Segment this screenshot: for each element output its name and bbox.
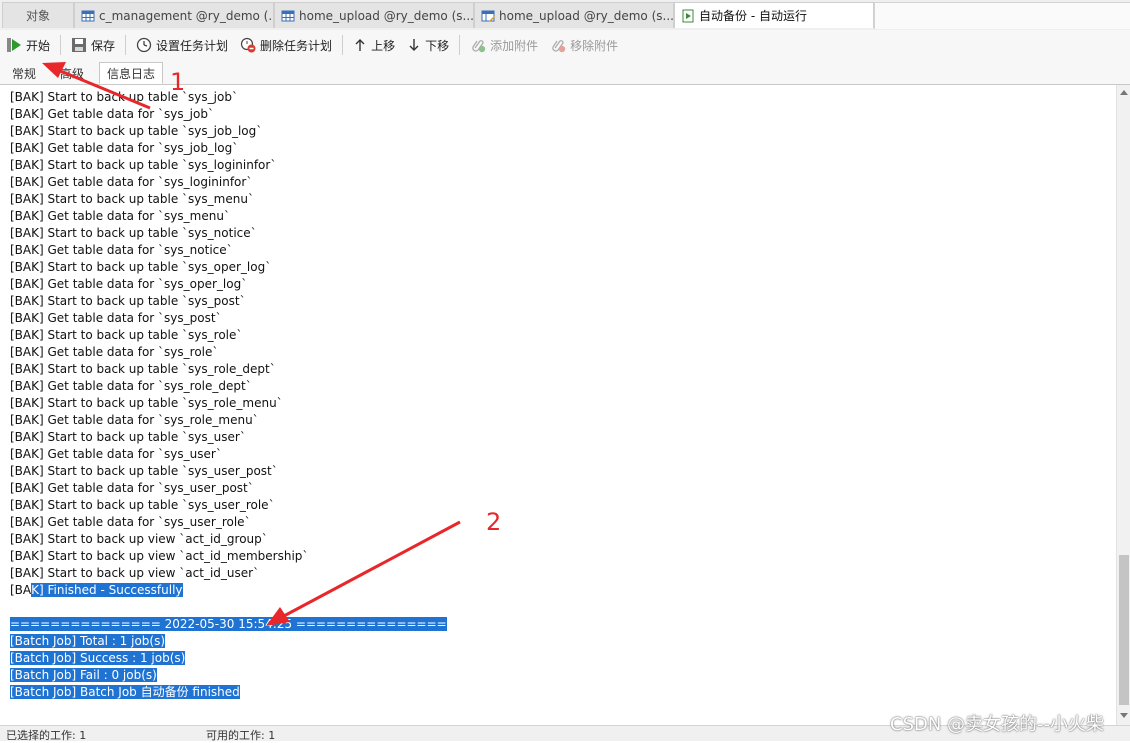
log-line: [BAK] Start to back up table `sys_job` xyxy=(10,90,238,104)
log-line: [BAK] Start to back up table `sys_post` xyxy=(10,294,246,308)
tab-label: 自动备份 - 自动运行 xyxy=(699,9,807,23)
tab-objects[interactable]: 对象 xyxy=(2,2,74,28)
log-line: [BAK] Get table data for `sys_post` xyxy=(10,311,222,325)
tab-auto-backup[interactable]: 自动备份 - 自动运行 xyxy=(674,2,874,28)
log-line: [BAK] Start to back up table `sys_oper_l… xyxy=(10,260,272,274)
log-line: [BAK] Get table data for `sys_job_log` xyxy=(10,141,239,155)
log-line: [BAK] Get table data for `sys_logininfor… xyxy=(10,175,253,189)
move-down-button[interactable]: 下移 xyxy=(401,33,455,57)
log-line: [BAK] Get table data for `sys_role_menu` xyxy=(10,413,259,427)
tab-c-management[interactable]: c_management @ry_demo (... xyxy=(74,2,274,28)
move-up-button[interactable]: 上移 xyxy=(347,33,401,57)
log-line: [BAK] Start to back up table `sys_user_p… xyxy=(10,464,278,478)
log-line-batch-success: [Batch Job] Success : 1 job(s) xyxy=(10,651,186,665)
add-attachment-button[interactable]: 添加附件 xyxy=(464,33,544,57)
log-line-separator: =============== 2022-05-30 15:54:25 ====… xyxy=(10,617,447,631)
tab-message-log[interactable]: 信息日志 xyxy=(99,62,163,84)
scroll-up-icon[interactable] xyxy=(1120,90,1128,95)
toolbar-separator xyxy=(60,35,62,55)
scroll-down-icon[interactable] xyxy=(1120,713,1128,718)
paperclip-add-icon xyxy=(472,40,486,53)
toolbar-separator xyxy=(459,35,461,55)
log-line: [BAK] Start to back up table `sys_role_m… xyxy=(10,396,283,410)
tab-label: c_management @ry_demo (... xyxy=(99,8,274,23)
batch-job-icon xyxy=(682,9,694,22)
clock-icon xyxy=(136,37,152,53)
tab-general[interactable]: 常规 xyxy=(4,62,44,84)
remove-attachment-button[interactable]: 移除附件 xyxy=(544,33,624,57)
table-icon xyxy=(281,10,295,21)
tab-label: home_upload @ry_demo (s... xyxy=(499,8,674,23)
table-icon xyxy=(81,10,95,21)
arrow-up-icon xyxy=(355,39,365,51)
annotation-label-1: 1 xyxy=(170,68,186,96)
log-line: [BAK] Get table data for `sys_user_post` xyxy=(10,481,254,495)
log-line: [BAK] Get table data for `sys_job` xyxy=(10,107,214,121)
table-edit-icon xyxy=(481,10,495,22)
log-line: [BAK] Get table data for `sys_role_dept` xyxy=(10,379,252,393)
log-line: [BAK] Get table data for `sys_role` xyxy=(10,345,219,359)
delete-schedule-button[interactable]: 删除任务计划 xyxy=(234,33,338,57)
vertical-scrollbar[interactable] xyxy=(1116,85,1130,725)
log-line: [BAK] Start to back up view `act_id_user… xyxy=(10,566,260,580)
log-line: [BAK] Start to back up table `sys_job_lo… xyxy=(10,124,263,138)
log-line-batch-finished: [Batch Job] Batch Job 自动备份 finished xyxy=(10,685,240,699)
log-line: [BAK] Start to back up table `sys_user_r… xyxy=(10,498,275,512)
annotation-label-2: 2 xyxy=(486,508,502,536)
log-line: [BAK] Start to back up view `act_id_memb… xyxy=(10,549,309,563)
toolbar: 开始 保存 设置任务计划 删除任务计划 上移 下移 添加附件 移除附件 xyxy=(0,30,1130,60)
log-line: [BAK] Get table data for `sys_notice` xyxy=(10,243,233,257)
save-icon xyxy=(72,38,87,52)
log-line: [BAK] Get table data for `sys_menu` xyxy=(10,209,230,223)
log-line: [BAK] Start to back up table `sys_role_d… xyxy=(10,362,276,376)
toolbar-separator xyxy=(125,35,127,55)
delete-clock-icon xyxy=(240,37,256,53)
save-button[interactable]: 保存 xyxy=(65,33,121,57)
set-schedule-button[interactable]: 设置任务计划 xyxy=(130,33,234,57)
start-button[interactable]: 开始 xyxy=(0,33,56,57)
play-icon xyxy=(7,38,21,52)
tab-label: 对象 xyxy=(25,9,50,23)
log-line: [BAK] Start to back up table `sys_user` xyxy=(10,430,246,444)
tab-label: home_upload @ry_demo (s... xyxy=(299,8,474,23)
log-line-finished: [BAK] Finished - Successfully xyxy=(10,583,183,597)
watermark: CSDN @卖女孩的--小火柴 xyxy=(890,714,1105,735)
log-line: [BAK] Get table data for `sys_user` xyxy=(10,447,222,461)
log-line: [BAK] Get table data for `sys_oper_log` xyxy=(10,277,248,291)
log-line: [BAK] Get table data for `sys_user_role` xyxy=(10,515,251,529)
log-line: [BAK] Start to back up table `sys_notice… xyxy=(10,226,257,240)
message-log[interactable]: [BAK] Start to back up table `sys_job` [B… xyxy=(0,85,1116,725)
log-line: [BAK] Start to back up table `sys_role` xyxy=(10,328,243,342)
toolbar-separator xyxy=(342,35,344,55)
log-line: [BAK] Start to back up table `sys_logini… xyxy=(10,158,277,172)
paperclip-remove-icon xyxy=(552,40,566,53)
tab-home-upload-2[interactable]: home_upload @ry_demo (s... xyxy=(474,2,674,28)
scrollbar-thumb[interactable] xyxy=(1119,555,1129,705)
document-tab-bar: 对象 c_management @ry_demo (... home_uploa… xyxy=(0,0,1130,31)
tab-bar-empty-area xyxy=(874,2,1130,29)
status-available-jobs: 可用的工作: 1 xyxy=(206,729,276,742)
arrow-down-icon xyxy=(409,39,419,51)
tab-advanced[interactable]: 高级 xyxy=(50,62,94,84)
log-line: [BAK] Start to back up view `act_id_grou… xyxy=(10,532,268,546)
tab-home-upload-1[interactable]: home_upload @ry_demo (s... xyxy=(274,2,474,28)
log-line: [BAK] Start to back up table `sys_menu` xyxy=(10,192,254,206)
log-line-batch-total: [Batch Job] Total : 1 job(s) xyxy=(10,634,166,648)
status-selected-jobs: 已选择的工作: 1 xyxy=(6,729,87,742)
log-line-batch-fail: [Batch Job] Fail : 0 job(s) xyxy=(10,668,157,682)
